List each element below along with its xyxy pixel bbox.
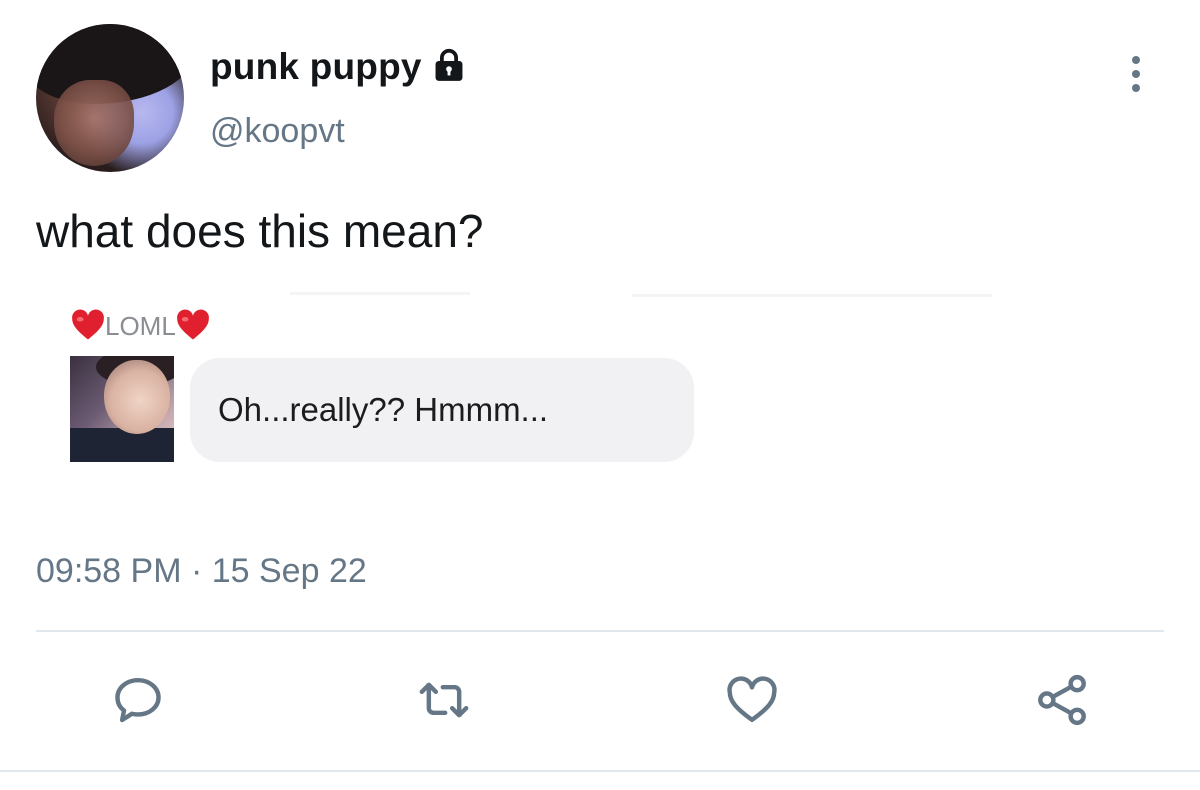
display-name-row[interactable]: punk puppy (210, 46, 468, 88)
avatar-face (104, 360, 170, 434)
user-handle[interactable]: @koopvt (210, 112, 345, 151)
lock-icon (435, 48, 463, 81)
avatar-face (54, 80, 134, 166)
divider (0, 770, 1200, 772)
vertical-ellipsis-icon[interactable] (1124, 54, 1148, 94)
retweet-button[interactable] (414, 670, 474, 730)
share-nodes-icon (1038, 674, 1086, 726)
profile-avatar[interactable] (36, 24, 184, 172)
display-name[interactable]: punk puppy (210, 46, 422, 88)
embedded-sender-name: LOML (70, 308, 211, 344)
share-button[interactable] (1032, 670, 1092, 730)
red-heart-emoji-icon (176, 309, 209, 340)
message-bubble: Oh...really?? Hmmm... (190, 358, 694, 462)
message-text: Oh...really?? Hmmm... (218, 391, 549, 428)
heart-outline-icon (727, 676, 777, 723)
embedded-sender-avatar (70, 356, 174, 462)
like-button[interactable] (722, 670, 782, 730)
tweet-text: what does this mean? (36, 205, 484, 257)
embedded-sender-label: LOML (105, 310, 176, 341)
speech-bubble-icon (115, 677, 161, 723)
tweet-timestamp[interactable]: 09:58 PM · 15 Sep 22 (36, 552, 367, 591)
screenshot-edge-right (632, 294, 992, 297)
divider (36, 630, 1164, 632)
screenshot-edge-left (290, 292, 470, 295)
red-heart-emoji-icon (72, 309, 104, 340)
retweet-icon (419, 682, 469, 718)
reply-button[interactable] (108, 670, 168, 730)
avatar-body (70, 428, 174, 462)
